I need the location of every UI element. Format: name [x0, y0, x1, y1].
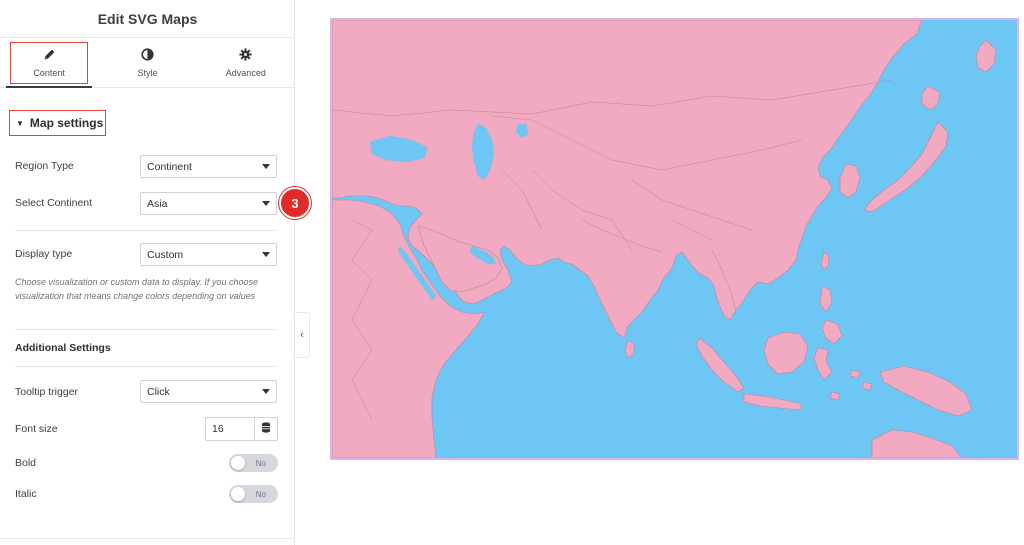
caret-down-icon: ▼: [16, 118, 24, 128]
collapse-panel-button[interactable]: ‹: [295, 312, 310, 358]
select-continent-label: Select Continent: [15, 197, 93, 209]
svg-map-asia[interactable]: [330, 18, 1019, 460]
bold-toggle-value: No: [255, 458, 266, 468]
bold-toggle[interactable]: No: [229, 454, 278, 472]
tooltip-trigger-value: Click: [147, 385, 170, 398]
display-type-select[interactable]: Custom: [140, 243, 277, 266]
pencil-icon: [43, 48, 56, 62]
font-size-unit-button[interactable]: [254, 417, 278, 441]
database-icon: [261, 422, 271, 436]
select-continent-value: Asia: [147, 197, 168, 210]
toggle-knob: [231, 456, 245, 470]
map-svg: [332, 20, 1017, 458]
dropdown-arrow-icon: [262, 252, 270, 257]
divider: [15, 329, 278, 330]
divider: [0, 538, 295, 539]
tab-content[interactable]: Content: [0, 38, 98, 88]
editor-panel: Edit SVG Maps Content Style Advanced ▼ M…: [0, 0, 295, 545]
contrast-icon: [141, 47, 154, 62]
italic-toggle-value: No: [255, 489, 266, 499]
select-continent-select[interactable]: Asia: [140, 192, 277, 215]
additional-settings-heading: Additional Settings: [15, 342, 111, 354]
dropdown-arrow-icon: [262, 201, 270, 206]
font-size-value: 16: [212, 423, 224, 435]
region-type-label: Region Type: [15, 160, 74, 172]
tab-style-label: Style: [137, 67, 158, 78]
display-type-label: Display type: [15, 248, 73, 260]
toggle-knob: [231, 487, 245, 501]
divider: [15, 366, 278, 367]
region-type-select[interactable]: Continent: [140, 155, 277, 178]
tab-style[interactable]: Style: [98, 38, 196, 87]
section-title-label: Map settings: [29, 116, 104, 130]
tooltip-trigger-select[interactable]: Click: [140, 380, 277, 403]
divider: [15, 230, 278, 231]
tab-content-label: Content: [33, 67, 65, 78]
dropdown-arrow-icon: [262, 164, 270, 169]
step-number-badge: 3: [279, 187, 311, 219]
display-type-help-text: Choose visualization or custom data to d…: [15, 277, 258, 301]
tab-advanced-label: Advanced: [225, 67, 266, 78]
display-type-value: Custom: [147, 248, 184, 261]
region-type-value: Continent: [147, 160, 192, 173]
tab-advanced[interactable]: Advanced: [197, 38, 295, 87]
gear-icon: [239, 47, 252, 62]
tooltip-trigger-label: Tooltip trigger: [15, 386, 79, 398]
bold-label: Bold: [15, 457, 37, 469]
dropdown-arrow-icon: [262, 389, 270, 394]
map-settings-section-toggle[interactable]: ▼ Map settings: [9, 110, 106, 136]
italic-label: Italic: [15, 488, 37, 500]
italic-toggle[interactable]: No: [229, 485, 278, 503]
panel-title: Edit SVG Maps: [0, 0, 295, 38]
font-size-input[interactable]: 16: [205, 417, 255, 441]
panel-tabs: Content Style Advanced: [0, 38, 295, 88]
font-size-label: Font size: [15, 423, 58, 435]
chevron-left-icon: ‹: [300, 329, 304, 341]
